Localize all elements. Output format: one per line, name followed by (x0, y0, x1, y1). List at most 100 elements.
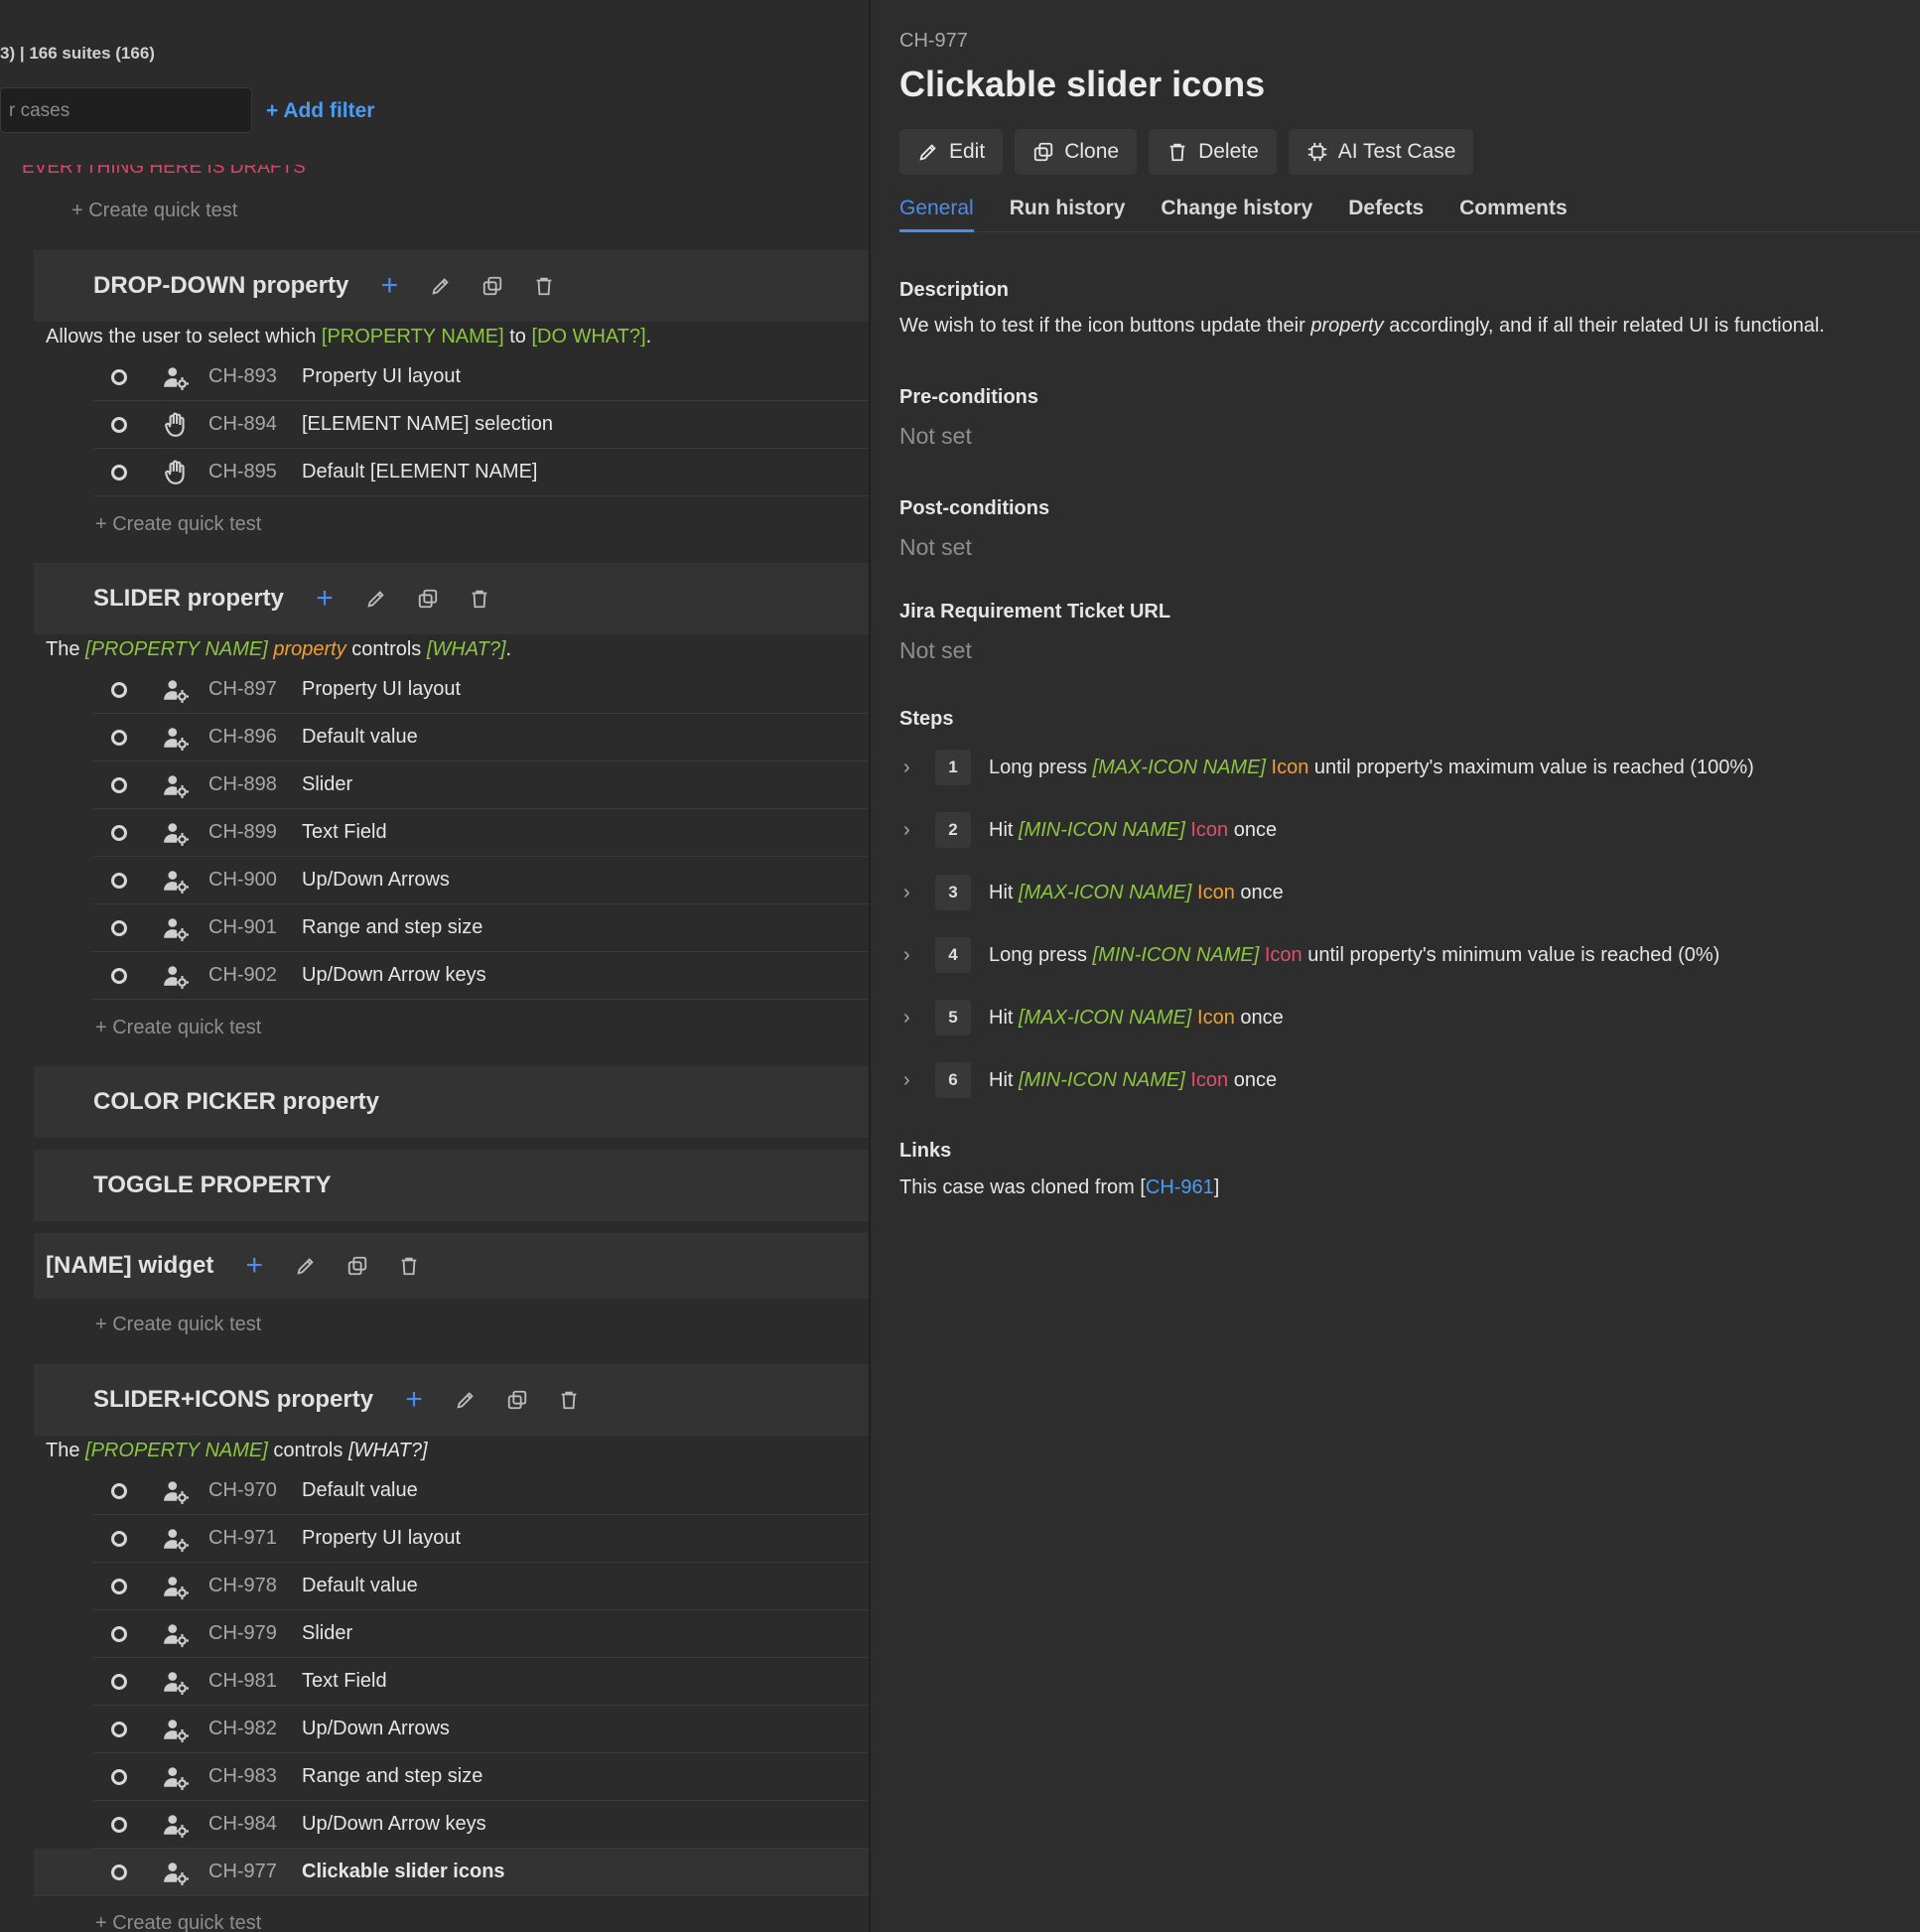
case-title: [ELEMENT NAME] selection (302, 413, 554, 435)
status-icon (111, 681, 127, 698)
jira-label: Jira Requirement Ticket URL (899, 601, 1171, 622)
step-number: 1 (935, 750, 971, 785)
delete-icon[interactable] (465, 584, 494, 614)
case-row[interactable]: CH-902 Up/Down Arrow keys (93, 952, 869, 1000)
step-row[interactable]: › 5 Hit [MAX-ICON NAME] Icon once (899, 998, 1284, 1037)
ai-chip-icon (1307, 142, 1326, 162)
case-row[interactable]: CH-979 Slider (93, 1610, 869, 1658)
case-title: Range and step size (302, 916, 483, 938)
edit-icon[interactable] (361, 584, 391, 614)
automated-icon (161, 1715, 191, 1744)
delete-button[interactable]: Delete (1149, 129, 1277, 175)
cloned-from-link[interactable]: CH-961 (1146, 1176, 1214, 1198)
case-row[interactable]: CH-899 Text Field (93, 809, 869, 857)
tab-comments[interactable]: Comments (1459, 197, 1568, 232)
clone-button[interactable]: Clone (1015, 129, 1138, 175)
suite-header-toggle[interactable]: TOGGLE PROPERTY (34, 1150, 869, 1221)
chevron-right-icon[interactable]: › (903, 819, 923, 842)
automated-icon (161, 675, 191, 705)
case-title: Default [ELEMENT NAME] (302, 461, 538, 483)
case-row[interactable]: CH-893 Property UI layout (93, 353, 869, 401)
chevron-right-icon[interactable]: › (903, 882, 923, 904)
status-icon (111, 824, 127, 841)
create-quick-test-link[interactable]: + Create quick test (71, 200, 237, 222)
ai-test-case-button[interactable]: AI Test Case (1288, 129, 1474, 175)
edit-icon[interactable] (451, 1385, 480, 1415)
step-row[interactable]: › 3 Hit [MAX-ICON NAME] Icon once (899, 873, 1284, 912)
chevron-right-icon[interactable]: › (903, 757, 923, 779)
case-id: CH-983 (208, 1765, 277, 1787)
case-title: Property UI layout (302, 365, 462, 387)
suite-title: SLIDER+ICONS property (93, 1386, 374, 1413)
clone-icon[interactable] (343, 1251, 372, 1281)
jira-value: Not set (899, 637, 972, 663)
case-row[interactable]: CH-983 Range and step size (93, 1753, 869, 1801)
tab-change-history[interactable]: Change history (1161, 197, 1312, 232)
edit-button[interactable]: Edit (899, 129, 1004, 175)
create-quick-test-link[interactable]: + Create quick test (95, 1313, 261, 1336)
step-row[interactable]: › 4 Long press [MIN-ICON NAME] Icon until … (899, 935, 1719, 975)
case-row[interactable]: CH-970 Default value (93, 1467, 869, 1515)
trash-icon (1169, 143, 1185, 162)
suite-header-slider-icons[interactable]: SLIDER+ICONS property + (34, 1364, 869, 1436)
chevron-right-icon[interactable]: › (903, 1007, 923, 1030)
case-id: CH-978 (208, 1575, 277, 1596)
add-case-icon[interactable]: + (310, 582, 340, 615)
case-row[interactable]: CH-900 Up/Down Arrows (93, 857, 869, 904)
case-row-selected[interactable]: CH-977 Clickable slider icons (34, 1849, 869, 1896)
case-row[interactable]: CH-984 Up/Down Arrow keys (93, 1801, 869, 1849)
case-row[interactable]: CH-982 Up/Down Arrows (93, 1706, 869, 1753)
tab-general[interactable]: General (899, 197, 974, 232)
case-row[interactable]: CH-981 Text Field (93, 1658, 869, 1706)
case-id: CH-900 (208, 869, 277, 891)
chevron-right-icon[interactable]: › (903, 944, 923, 967)
create-quick-test-link[interactable]: + Create quick test (95, 513, 261, 536)
create-quick-test-link[interactable]: + Create quick test (95, 1017, 261, 1039)
case-row[interactable]: CH-898 Slider (93, 761, 869, 809)
step-row[interactable]: › 2 Hit [MIN-ICON NAME] Icon once (899, 810, 1277, 850)
delete-icon[interactable] (554, 1385, 584, 1415)
add-case-icon[interactable]: + (374, 269, 404, 302)
automated-icon (161, 362, 191, 392)
suite-header-dropdown[interactable]: DROP-DOWN property + (34, 250, 869, 322)
case-id: CH-971 (208, 1527, 277, 1549)
tab-run-history[interactable]: Run history (1010, 197, 1126, 232)
detail-tabs: General Run history Change history Defec… (899, 197, 1920, 232)
suite-title: DROP-DOWN property (93, 272, 349, 299)
suite-header-slider[interactable]: SLIDER property + (34, 563, 869, 634)
step-row[interactable]: › 1 Long press [MAX-ICON NAME] Icon until … (899, 748, 1754, 787)
case-title: Default value (302, 1479, 418, 1501)
case-id: CH-898 (208, 773, 277, 795)
clone-icon[interactable] (478, 271, 507, 301)
case-id: CH-902 (208, 964, 277, 986)
case-row[interactable]: CH-897 Property UI layout (93, 666, 869, 714)
search-input[interactable]: r cases (0, 87, 252, 133)
suite-header-widget[interactable]: [NAME] widget + (34, 1233, 869, 1299)
chevron-right-icon[interactable]: › (903, 1069, 923, 1092)
step-row[interactable]: › 6 Hit [MIN-ICON NAME] Icon once (899, 1060, 1277, 1100)
add-case-icon[interactable]: + (239, 1249, 269, 1282)
case-row[interactable]: CH-896 Default value (93, 714, 869, 761)
case-row[interactable]: CH-971 Property UI layout (93, 1515, 869, 1563)
status-icon (111, 1482, 127, 1499)
case-row[interactable]: CH-894 [ELEMENT NAME] selection (93, 401, 869, 449)
delete-icon[interactable] (394, 1251, 424, 1281)
create-quick-test-link[interactable]: + Create quick test (95, 1912, 261, 1932)
clone-icon[interactable] (413, 584, 443, 614)
case-row[interactable]: CH-978 Default value (93, 1563, 869, 1610)
status-icon (111, 1768, 127, 1785)
suite-header-color-picker[interactable]: COLOR PICKER property (34, 1066, 869, 1138)
description-label: Description (899, 279, 1010, 301)
case-row[interactable]: CH-901 Range and step size (93, 904, 869, 952)
case-title: Clickable slider icons (899, 64, 1266, 104)
edit-icon[interactable] (291, 1251, 321, 1281)
delete-icon[interactable] (529, 271, 559, 301)
edit-icon[interactable] (426, 271, 456, 301)
add-filter-button[interactable]: + Add filter (266, 99, 374, 123)
add-case-icon[interactable]: + (399, 1383, 429, 1416)
automated-icon (161, 1762, 191, 1792)
tab-defects[interactable]: Defects (1348, 197, 1424, 232)
automated-icon (161, 866, 191, 896)
clone-icon[interactable] (502, 1385, 532, 1415)
case-row[interactable]: CH-895 Default [ELEMENT NAME] (93, 449, 869, 496)
